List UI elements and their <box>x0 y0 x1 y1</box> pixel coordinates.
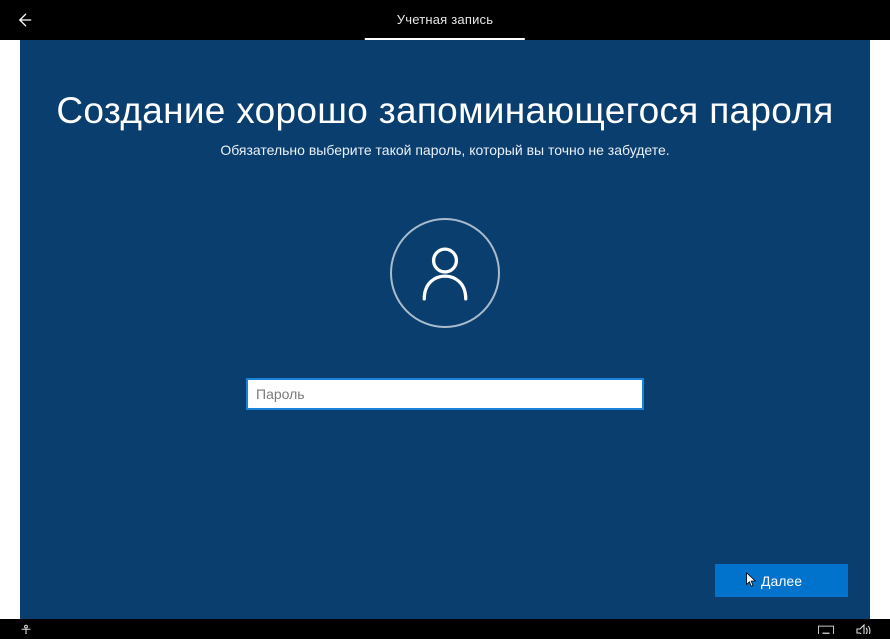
task-bar <box>0 619 890 639</box>
next-button-label: Далее <box>761 573 802 589</box>
content-area: Создание хорошо запоминающегося пароля О… <box>20 90 870 410</box>
next-button[interactable]: Далее <box>715 564 848 597</box>
page-title: Создание хорошо запоминающегося пароля <box>56 90 833 132</box>
user-icon <box>419 245 471 301</box>
cursor-icon <box>745 572 757 591</box>
header-tab-wrap: Учетная запись <box>365 0 525 40</box>
oobe-window: Учетная запись Создание хорошо запоминаю… <box>0 0 890 639</box>
tab-account-label: Учетная запись <box>397 12 493 27</box>
title-bar: Учетная запись <box>0 0 890 40</box>
keyboard-icon[interactable] <box>818 624 834 634</box>
volume-icon[interactable] <box>856 624 872 634</box>
page-subtitle: Обязательно выберите такой пароль, котор… <box>220 142 669 158</box>
arrow-left-icon <box>14 10 34 30</box>
ease-of-access-icon[interactable] <box>18 624 34 634</box>
tab-account[interactable]: Учетная запись <box>365 0 525 40</box>
main-panel: Создание хорошо запоминающегося пароля О… <box>20 40 870 619</box>
back-button[interactable] <box>0 0 48 40</box>
password-input[interactable] <box>246 378 644 410</box>
avatar <box>390 218 500 328</box>
